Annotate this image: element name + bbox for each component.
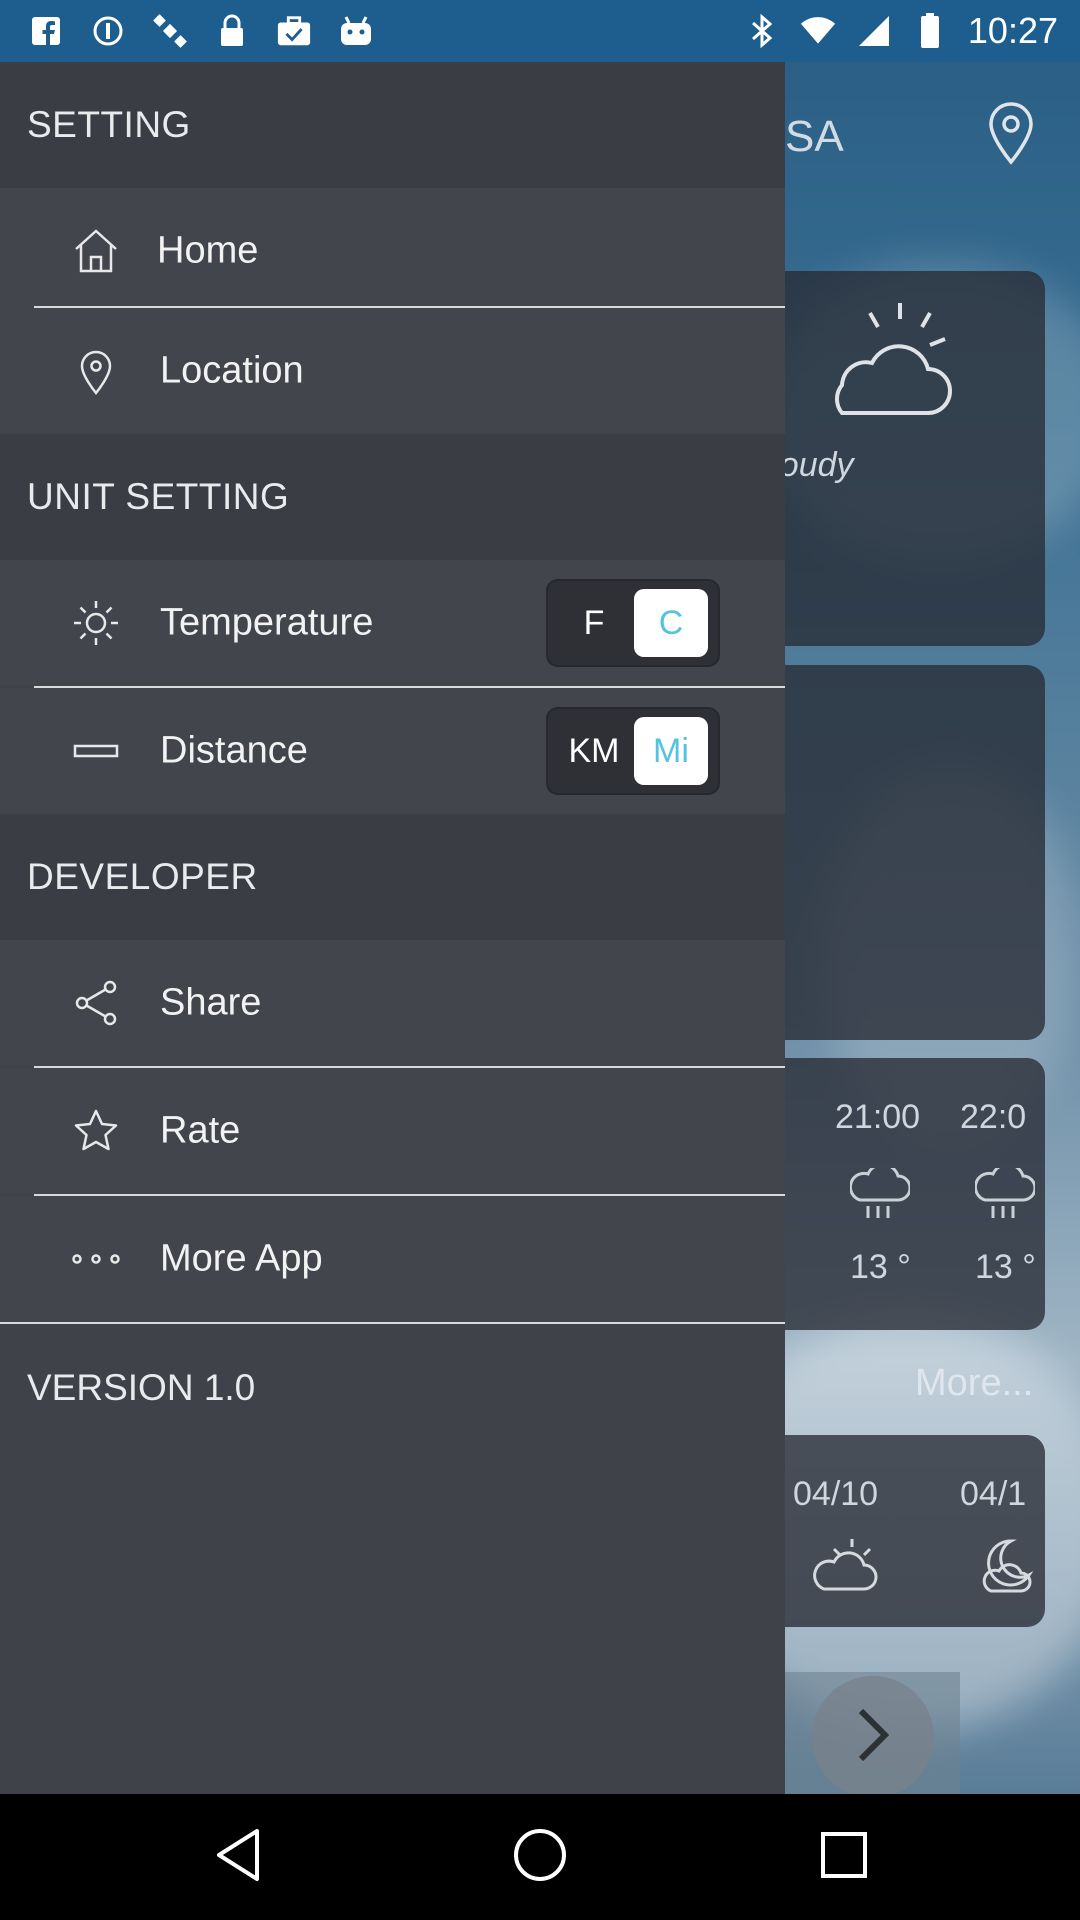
menu-item-label: More App [160,1237,323,1280]
lock-icon [214,13,250,49]
sun-icon [72,599,120,647]
hour-label: 22:0 [960,1098,1027,1136]
status-time: 10:27 [967,10,1058,51]
home-circle-icon [512,1827,568,1888]
menu-item-temperature: Temperature F C [0,560,785,686]
briefcase-check-icon [276,13,312,49]
star-icon [72,1107,120,1155]
section-title-unit-setting: UNIT SETTING [27,476,290,517]
version-label: VERSION 1.0 [27,1367,256,1408]
bluetooth-icon [744,13,780,49]
toggle-option-f[interactable]: F [548,581,640,665]
hour-temp: 13 ° [975,1248,1036,1286]
next-button[interactable] [812,1676,934,1794]
status-bar: 10:27 [0,0,1080,62]
map-pin-icon[interactable] [987,102,1035,171]
navigation-drawer: SETTING Home Location UNIT SETTING Tempe… [0,62,785,1794]
date-label: 04/10 [793,1475,879,1513]
menu-item-more-app[interactable]: More App [0,1196,785,1322]
hour-label: 21:00 [835,1098,921,1136]
toggle-option-km[interactable]: KM [548,709,640,793]
back-triangle-icon [213,1827,263,1888]
menu-item-label: Rate [160,1109,241,1152]
divider [0,1322,785,1324]
menu-item-rate[interactable]: Rate [0,1068,785,1194]
home-icon [72,227,120,275]
vpn-icon [90,13,126,49]
satellite-icon [152,13,188,49]
section-developer: DEVELOPER [0,814,785,940]
battery-icon [912,13,948,49]
more-dots-icon [72,1235,120,1283]
menu-item-label: Temperature [160,601,374,644]
date-label: 04/1 [960,1475,1027,1513]
section-unit-setting: UNIT SETTING [0,434,785,560]
partly-cloudy-icon [810,301,960,426]
menu-item-label: Share [160,981,262,1024]
partly-cloudy-icon [810,1535,880,1600]
menu-item-home[interactable]: Home [0,188,785,314]
rain-cloud-icon [973,1163,1037,1227]
distance-unit-toggle[interactable]: KM Mi [546,707,720,795]
recents-button[interactable] [774,1794,914,1920]
toggle-option-mi[interactable]: Mi [634,717,708,785]
more-link[interactable]: More... [915,1362,1033,1405]
menu-item-distance: Distance KM Mi [0,688,785,814]
back-button[interactable] [168,1794,308,1920]
location-name: SA [785,112,844,161]
menu-item-location[interactable]: Location [0,308,785,434]
section-title-developer: DEVELOPER [27,856,258,897]
temperature-unit-toggle[interactable]: F C [546,579,720,667]
menu-item-share[interactable]: Share [0,940,785,1066]
menu-item-label: Home [157,229,259,272]
facebook-icon [28,13,64,49]
share-icon [72,979,120,1027]
menu-item-label: Location [160,349,304,392]
section-title-setting: SETTING [27,104,191,145]
menu-item-label: Distance [160,729,308,772]
ruler-icon [72,727,120,775]
moon-cloud-icon [975,1535,1035,1600]
section-setting: SETTING [0,62,785,188]
rain-cloud-icon [848,1163,912,1227]
recents-square-icon [819,1830,869,1885]
system-navigation-bar [0,1794,1080,1920]
hour-temp: 13 ° [850,1248,911,1286]
android-icon [338,13,374,49]
home-button[interactable] [470,1794,610,1920]
map-pin-icon [72,347,120,395]
signal-icon [856,13,892,49]
wifi-icon [800,13,836,49]
chevron-right-icon [853,1705,893,1770]
toggle-option-c[interactable]: C [634,589,708,657]
